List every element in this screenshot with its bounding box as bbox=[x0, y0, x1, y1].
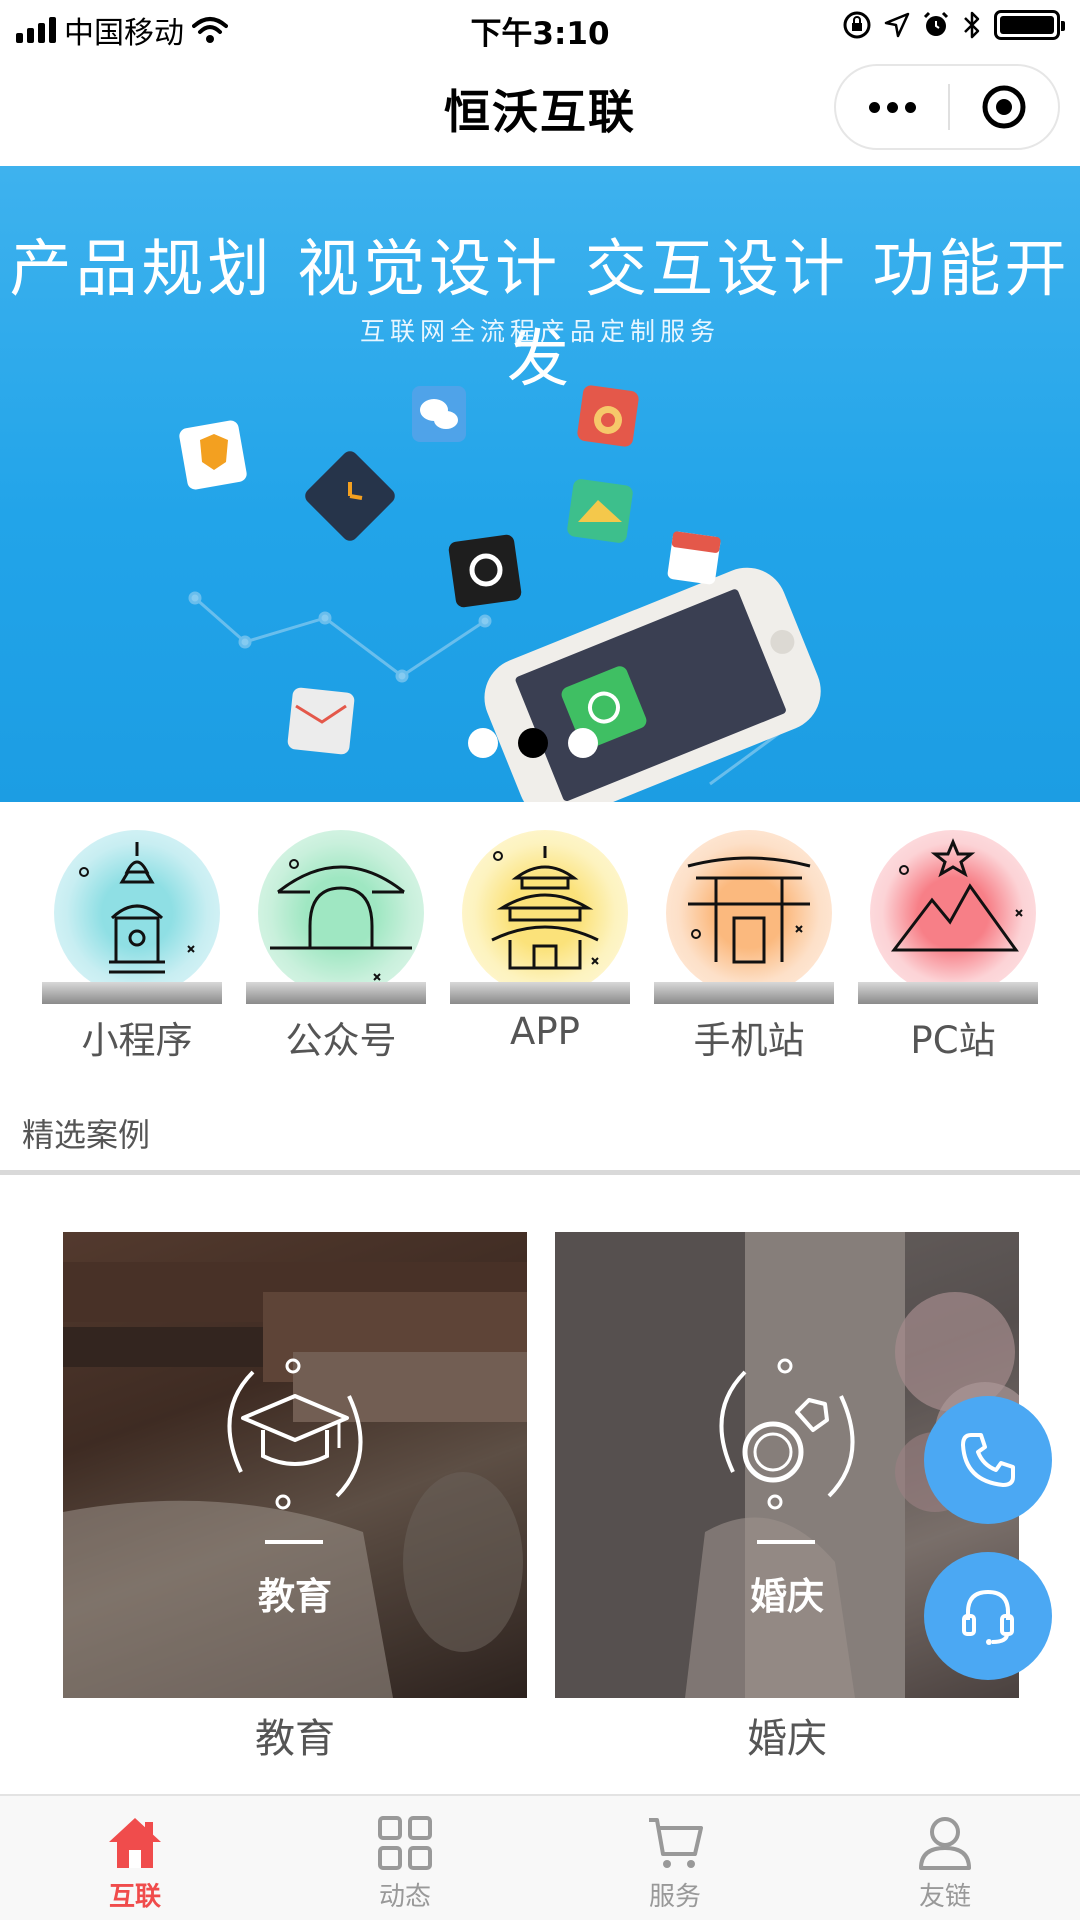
headset-icon bbox=[962, 1589, 1014, 1645]
rotation-lock-icon bbox=[843, 11, 871, 39]
category-base bbox=[450, 982, 630, 1004]
temple-icon bbox=[491, 846, 599, 970]
case-emblem-line bbox=[757, 1540, 815, 1544]
pagoda-icon bbox=[79, 842, 195, 974]
category-label: 手机站 bbox=[693, 1019, 805, 1062]
case-caption-wedding: 婚庆 bbox=[747, 1716, 827, 1762]
tab-label: 服务 bbox=[648, 1882, 701, 1912]
category-mobile-site[interactable]: 手机站 bbox=[654, 822, 844, 1062]
mini-program-capsule bbox=[834, 64, 1060, 150]
user-icon bbox=[919, 1817, 971, 1870]
tab-label: 互联 bbox=[108, 1882, 161, 1912]
category-base bbox=[42, 982, 222, 1004]
section-divider bbox=[0, 1170, 1080, 1175]
category-base bbox=[246, 982, 426, 1004]
phone-icon bbox=[961, 1433, 1015, 1487]
customer-service-button[interactable] bbox=[924, 1552, 1052, 1680]
home-icon bbox=[109, 1818, 161, 1868]
tab-home[interactable]: 互联 bbox=[0, 1814, 270, 1913]
carousel-indicators bbox=[468, 728, 598, 758]
case-card-education[interactable]: 教育 bbox=[63, 1232, 527, 1698]
alarm-icon bbox=[923, 11, 949, 36]
graduation-cap-icon bbox=[227, 1358, 363, 1510]
category-miniprogram[interactable]: 小程序 bbox=[42, 822, 232, 1062]
tab-services[interactable]: 服务 bbox=[540, 1814, 810, 1913]
banner-illustration bbox=[179, 385, 821, 802]
category-label: APP bbox=[510, 1010, 580, 1053]
section-title: 精选案例 bbox=[22, 1116, 151, 1154]
category-grid: 小程序 公众号 APP 手机站 PC站 bbox=[0, 822, 1080, 1062]
more-dots-icon[interactable] bbox=[836, 66, 948, 148]
tab-links[interactable]: 友链 bbox=[810, 1814, 1080, 1913]
status-right bbox=[842, 10, 1065, 40]
banner-carousel[interactable]: 产品规划 视觉设计 交互设计 功能开发 互联网全流程产品定制服务 bbox=[0, 166, 1080, 802]
ring-icon bbox=[719, 1358, 855, 1510]
phone-call-button[interactable] bbox=[924, 1396, 1052, 1524]
category-label: PC站 bbox=[910, 1019, 996, 1062]
status-bar: 中国移动 下午3:10 bbox=[0, 0, 1080, 54]
battery-icon bbox=[994, 10, 1065, 40]
target-icon[interactable] bbox=[950, 66, 1058, 148]
case-caption-education: 教育 bbox=[255, 1716, 335, 1762]
category-base bbox=[858, 982, 1038, 1004]
category-app[interactable]: APP bbox=[450, 822, 640, 1062]
case-emblem-line bbox=[265, 1540, 323, 1544]
tab-label: 动态 bbox=[378, 1882, 431, 1912]
tab-label: 友链 bbox=[918, 1882, 971, 1912]
category-label: 小程序 bbox=[81, 1019, 193, 1062]
mountain-icon bbox=[890, 838, 1023, 952]
nav-bar: 恒沃互联 bbox=[0, 54, 1080, 166]
carousel-dot[interactable] bbox=[568, 728, 598, 758]
location-icon bbox=[884, 12, 910, 38]
category-official-account[interactable]: 公众号 bbox=[246, 822, 436, 1062]
tab-bar: 互联 动态 服务 友链 bbox=[0, 1794, 1080, 1920]
tab-news[interactable]: 动态 bbox=[270, 1814, 540, 1913]
carousel-dot-active[interactable] bbox=[518, 728, 548, 758]
case-overlay-label: 教育 bbox=[258, 1575, 332, 1618]
grid-icon bbox=[378, 1816, 432, 1870]
gate-icon bbox=[687, 856, 811, 964]
arch-bridge-icon bbox=[270, 859, 412, 981]
category-pc-site[interactable]: PC站 bbox=[858, 822, 1048, 1062]
carousel-dot[interactable] bbox=[468, 728, 498, 758]
category-base bbox=[654, 982, 834, 1004]
cart-icon bbox=[649, 1818, 703, 1868]
category-label: 公众号 bbox=[285, 1019, 397, 1062]
bluetooth-icon bbox=[964, 11, 980, 39]
